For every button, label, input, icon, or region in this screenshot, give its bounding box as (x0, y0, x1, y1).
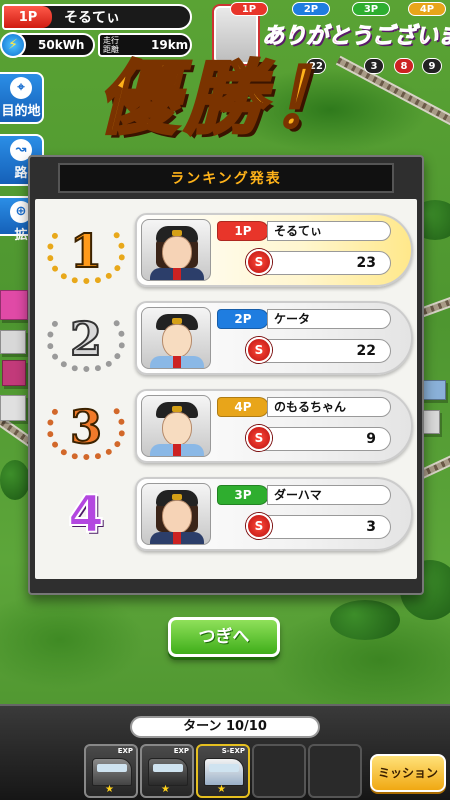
uniform (150, 356, 204, 368)
forest (330, 600, 400, 640)
ranking-row: 4 3P ダーハマ S 3 (35, 473, 417, 555)
player-badge: 1P (217, 221, 269, 241)
building (0, 330, 26, 354)
player-portrait (141, 219, 211, 281)
badge-3p: 3P (352, 2, 390, 16)
uniform (150, 268, 204, 280)
player-name: ダーハマ (267, 485, 391, 505)
player-badge: 3P (217, 485, 269, 505)
ranking-list: 1 1P そるてぃ S 23 2 2P ケータ S 22 3 4P のもるちゃん… (35, 199, 417, 579)
mission-button[interactable]: ミッション (370, 754, 446, 792)
empty-card-slot[interactable] (252, 744, 306, 798)
ranking-header: ランキング発表 (58, 163, 394, 193)
score-box: S 23 (246, 249, 391, 275)
bronze-medal-icon: 3 (41, 389, 131, 465)
score-value: 23 (356, 255, 376, 271)
score-s: 8 (394, 58, 414, 74)
exp-tag: EXP (173, 747, 189, 755)
score-value: 22 (356, 343, 376, 359)
bullet-train-icon (204, 758, 244, 786)
turn-counter: ターン 10/10 (130, 716, 320, 738)
ranking-row: 1 1P そるてぃ S 23 (35, 209, 417, 291)
star-icon: ★ (217, 784, 226, 795)
ranking-panel: ランキング発表 1 1P そるてぃ S 23 2 2P ケータ S 22 3 4… (28, 155, 424, 595)
ranking-row: 3 4P のもるちゃん S 9 (35, 385, 417, 467)
score-s-icon: S (246, 513, 272, 539)
score-s-icon: S (246, 337, 272, 363)
rank-4-marker: 4 (41, 477, 131, 553)
face (162, 324, 192, 358)
card-slot[interactable]: EXP ★ (84, 744, 138, 798)
train-icon (148, 758, 188, 786)
player-portrait (141, 483, 211, 545)
badge-1p: 1P (230, 2, 268, 16)
player-card: 3P ダーハマ S 3 (135, 477, 413, 551)
empty-card-slot[interactable] (308, 744, 362, 798)
score-s-icon: S (246, 425, 272, 451)
player-card: 1P そるてぃ S 23 (135, 213, 413, 287)
score-box: S 22 (246, 337, 391, 363)
face (162, 500, 192, 534)
player-name: そるてぃ (64, 10, 120, 26)
building (0, 395, 26, 421)
map-pin-icon: ⌖ (10, 77, 32, 99)
silver-medal-icon: 2 (41, 301, 131, 377)
player-badge: 2P (217, 309, 269, 329)
score-s-icon: S (246, 249, 272, 275)
ranking-title: ランキング発表 (170, 171, 282, 187)
destination-button[interactable]: ⌖ 目的地 (0, 72, 44, 124)
energy-value: 50kWh (38, 38, 85, 52)
player-portrait (141, 395, 211, 457)
score-value: 3 (366, 519, 376, 535)
bottom-bar: ターン 10/10 EXP ★ EXP ★ S-EXP ★ ミッション (0, 704, 450, 800)
player-card: 2P ケータ S 22 (135, 301, 413, 375)
lightning-icon: ⚡ (0, 32, 26, 58)
score-box: S 9 (246, 425, 391, 451)
badge-2p: 2P (292, 2, 330, 16)
player-badge: 4P (217, 397, 269, 417)
gold-medal-icon: 1 (41, 213, 131, 289)
player-name: ケータ (267, 309, 391, 329)
uniform (150, 532, 204, 544)
face (162, 236, 192, 270)
card-slot[interactable]: EXP ★ (140, 744, 194, 798)
ranking-row: 2 2P ケータ S 22 (35, 297, 417, 379)
badge-4p: 4P (408, 2, 446, 16)
victory-title: 優勝！ (97, 50, 356, 147)
next-button[interactable]: つぎへ (168, 617, 280, 657)
exp-tag: EXP (117, 747, 133, 755)
building (0, 290, 28, 320)
player-name-bar: 1P そるてぃ (2, 4, 192, 30)
player-badge: 1P (4, 6, 52, 28)
energy-meter: ⚡ 50kWh (0, 32, 95, 58)
building (2, 360, 26, 386)
player-portrait (141, 307, 211, 369)
uniform (150, 444, 204, 456)
star-icon: ★ (105, 784, 114, 795)
train-icon (92, 758, 132, 786)
forest (0, 460, 30, 500)
s-exp-tag: S-EXP (221, 747, 245, 755)
face (162, 412, 192, 446)
score-4p: 9 (422, 58, 442, 74)
rank-number: 3 (69, 399, 103, 455)
rank-number: 1 (69, 223, 103, 279)
rank-number: 2 (69, 311, 103, 367)
star-icon: ★ (161, 784, 170, 795)
player-card: 4P のもるちゃん S 9 (135, 389, 413, 463)
card-slot[interactable]: S-EXP ★ (196, 744, 250, 798)
score-box: S 3 (246, 513, 391, 539)
score-value: 9 (366, 431, 376, 447)
player-name: のもるちゃん (267, 397, 391, 417)
destination-label: 目的地 (1, 104, 41, 119)
rank-number: 4 (67, 484, 105, 546)
player-name: そるてぃ (267, 221, 391, 241)
